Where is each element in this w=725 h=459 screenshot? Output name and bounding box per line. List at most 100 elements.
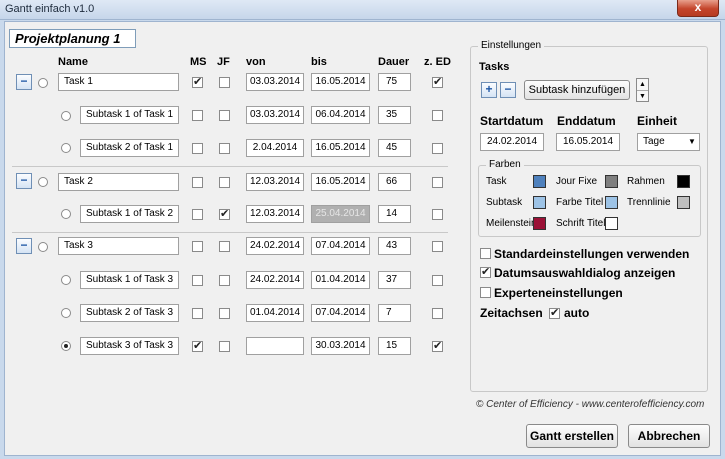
- remove-task-button[interactable]: −: [500, 82, 516, 98]
- dauer-input[interactable]: 66: [378, 173, 411, 191]
- ms-checkbox[interactable]: [192, 209, 203, 220]
- row-radio[interactable]: [61, 209, 71, 219]
- experte-checkbox[interactable]: [480, 287, 491, 298]
- von-date-input[interactable]: 03.03.2014: [246, 73, 304, 91]
- add-subtask-button[interactable]: Subtask hinzufügen: [524, 80, 630, 100]
- startdatum-input[interactable]: 24.02.2014: [480, 133, 544, 151]
- task-order-spinner[interactable]: ▲ ▼: [636, 78, 649, 102]
- zed-checkbox[interactable]: [432, 110, 443, 121]
- meilenstein-color-swatch[interactable]: [533, 217, 546, 230]
- trennlinie-color-swatch[interactable]: [677, 196, 690, 209]
- schrift-titel-color-swatch[interactable]: [605, 217, 618, 230]
- jf-checkbox[interactable]: [219, 241, 230, 252]
- ms-checkbox[interactable]: [192, 339, 203, 352]
- dauer-input[interactable]: 7: [378, 304, 411, 322]
- collapse-task-3-button[interactable]: −: [16, 238, 32, 254]
- jf-checkbox[interactable]: [219, 177, 230, 188]
- dauer-input[interactable]: 45: [378, 139, 411, 157]
- von-date-input[interactable]: 01.04.2014: [246, 304, 304, 322]
- ms-checkbox[interactable]: [192, 75, 203, 88]
- dauer-input[interactable]: 37: [378, 271, 411, 289]
- subtask-name-input[interactable]: Subtask 3 of Task 3: [80, 337, 179, 355]
- bis-date-input[interactable]: 30.03.2014: [311, 337, 370, 355]
- zed-checkbox[interactable]: [432, 209, 443, 220]
- subtask-name-input[interactable]: Subtask 1 of Task 3: [80, 271, 179, 289]
- dauer-input[interactable]: 15: [378, 337, 411, 355]
- ms-checkbox[interactable]: [192, 143, 203, 154]
- ms-checkbox[interactable]: [192, 177, 203, 188]
- einheit-select[interactable]: Tage ▼: [637, 133, 700, 151]
- task-name-input[interactable]: Task 3: [58, 237, 179, 255]
- project-title-input[interactable]: Projektplanung 1: [9, 29, 136, 48]
- add-task-button[interactable]: +: [481, 82, 497, 98]
- bis-date-input[interactable]: 16.05.2014: [311, 139, 370, 157]
- subtask-name-input[interactable]: Subtask 2 of Task 1: [80, 139, 179, 157]
- bis-date-input[interactable]: 07.04.2014: [311, 304, 370, 322]
- task-name-input[interactable]: Task 2: [58, 173, 179, 191]
- jf-checkbox[interactable]: [219, 308, 230, 319]
- zed-checkbox[interactable]: [432, 75, 443, 88]
- von-date-input[interactable]: 24.02.2014: [246, 237, 304, 255]
- von-date-input[interactable]: 03.03.2014: [246, 106, 304, 124]
- spin-up-icon[interactable]: ▲: [637, 79, 648, 90]
- von-date-input[interactable]: 2.04.2014: [246, 139, 304, 157]
- enddatum-input[interactable]: 16.05.2014: [556, 133, 620, 151]
- bis-date-input[interactable]: 16.05.2014: [311, 173, 370, 191]
- gantt-erstellen-button[interactable]: Gantt erstellen: [526, 424, 618, 448]
- von-date-input[interactable]: [246, 337, 304, 355]
- task-name-input[interactable]: Task 1: [58, 73, 179, 91]
- collapse-task-1-button[interactable]: −: [16, 74, 32, 90]
- ms-checkbox[interactable]: [192, 241, 203, 252]
- close-button[interactable]: x: [677, 0, 719, 17]
- bis-date-input[interactable]: 01.04.2014: [311, 271, 370, 289]
- von-date-input[interactable]: 12.03.2014: [246, 205, 304, 223]
- row-radio[interactable]: [61, 111, 71, 121]
- zed-checkbox[interactable]: [432, 339, 443, 352]
- row-radio[interactable]: [61, 275, 71, 285]
- dauer-input[interactable]: 75: [378, 73, 411, 91]
- row-radio[interactable]: [61, 308, 71, 318]
- auto-checkbox[interactable]: [549, 306, 560, 319]
- subtask-name-input[interactable]: Subtask 1 of Task 2: [80, 205, 179, 223]
- task-color-swatch[interactable]: [533, 175, 546, 188]
- jf-checkbox[interactable]: [219, 143, 230, 154]
- zed-checkbox[interactable]: [432, 143, 443, 154]
- subtask-name-input[interactable]: Subtask 1 of Task 1: [80, 106, 179, 124]
- bis-date-input[interactable]: 16.05.2014: [311, 73, 370, 91]
- zed-checkbox[interactable]: [432, 241, 443, 252]
- rahmen-color-swatch[interactable]: [677, 175, 690, 188]
- abbrechen-button[interactable]: Abbrechen: [628, 424, 710, 448]
- jf-checkbox[interactable]: [219, 275, 230, 286]
- datumsauswahl-checkbox[interactable]: [480, 265, 491, 278]
- dauer-input[interactable]: 35: [378, 106, 411, 124]
- subtask-name-input[interactable]: Subtask 2 of Task 3: [80, 304, 179, 322]
- row-radio[interactable]: [61, 143, 71, 153]
- standard-checkbox[interactable]: [480, 248, 491, 259]
- jf-checkbox[interactable]: [219, 207, 230, 220]
- collapse-task-2-button[interactable]: −: [16, 173, 32, 189]
- jf-checkbox[interactable]: [219, 110, 230, 121]
- von-date-input[interactable]: 12.03.2014: [246, 173, 304, 191]
- bis-date-input[interactable]: 07.04.2014: [311, 237, 370, 255]
- dauer-input[interactable]: 14: [378, 205, 411, 223]
- jour-fixe-color-swatch[interactable]: [605, 175, 618, 188]
- zed-checkbox[interactable]: [432, 308, 443, 319]
- row-radio-selected[interactable]: [61, 341, 71, 351]
- subtask-color-swatch[interactable]: [533, 196, 546, 209]
- row-radio[interactable]: [38, 177, 48, 187]
- chevron-down-icon[interactable]: ▼: [685, 134, 699, 150]
- row-radio[interactable]: [38, 242, 48, 252]
- zed-checkbox[interactable]: [432, 275, 443, 286]
- farbe-titel-color-swatch[interactable]: [605, 196, 618, 209]
- spin-down-icon[interactable]: ▼: [637, 90, 648, 101]
- jf-checkbox[interactable]: [219, 341, 230, 352]
- ms-checkbox[interactable]: [192, 110, 203, 121]
- ms-checkbox[interactable]: [192, 308, 203, 319]
- zed-checkbox[interactable]: [432, 177, 443, 188]
- row-radio[interactable]: [38, 78, 48, 88]
- ms-checkbox[interactable]: [192, 275, 203, 286]
- von-date-input[interactable]: 24.02.2014: [246, 271, 304, 289]
- dauer-input[interactable]: 43: [378, 237, 411, 255]
- bis-date-input[interactable]: 06.04.2014: [311, 106, 370, 124]
- jf-checkbox[interactable]: [219, 77, 230, 88]
